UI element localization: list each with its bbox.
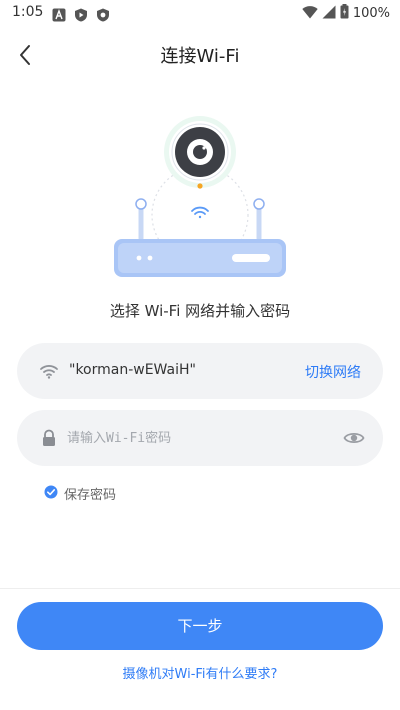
play-protect-icon bbox=[74, 7, 88, 26]
password-input[interactable] bbox=[67, 424, 327, 452]
status-bar: 1:05 100% bbox=[0, 0, 400, 28]
wifi-requirements-link[interactable]: 摄像机对Wi-Fi有什么要求? bbox=[0, 663, 400, 682]
wifi-waves-icon bbox=[191, 206, 209, 219]
divider bbox=[0, 588, 400, 589]
network-name: "korman-wEWaiH" bbox=[69, 362, 196, 378]
router-icon bbox=[114, 198, 286, 277]
next-button[interactable]: 下一步 bbox=[17, 602, 383, 650]
wifi-icon bbox=[302, 4, 318, 23]
shield-icon bbox=[96, 7, 110, 26]
page-title: 连接Wi-Fi bbox=[160, 46, 240, 67]
status-time: 1:05 bbox=[12, 4, 44, 20]
wifi-icon bbox=[39, 361, 59, 381]
network-field: "korman-wEWaiH" 切换网络 bbox=[17, 343, 383, 399]
camera-router-illustration bbox=[100, 110, 300, 285]
save-password-label: 保存密码 bbox=[64, 488, 117, 503]
battery-icon bbox=[340, 4, 349, 23]
lock-icon bbox=[39, 428, 59, 448]
camera-icon bbox=[175, 127, 225, 177]
check-circle-icon bbox=[44, 484, 58, 503]
switch-network-button[interactable]: 切换网络 bbox=[305, 362, 361, 382]
eye-icon[interactable] bbox=[343, 427, 365, 449]
cell-signal-icon bbox=[322, 4, 336, 23]
instruction-text: 选择 Wi-Fi 网络并输入密码 bbox=[109, 302, 291, 320]
header: 连接Wi-Fi bbox=[0, 28, 400, 80]
password-field bbox=[17, 410, 383, 466]
save-password-checkbox[interactable]: 保存密码 bbox=[44, 484, 116, 503]
status-right-group: 100% bbox=[302, 4, 390, 23]
notification-a-icon bbox=[52, 7, 66, 26]
battery-percent: 100% bbox=[352, 6, 390, 21]
